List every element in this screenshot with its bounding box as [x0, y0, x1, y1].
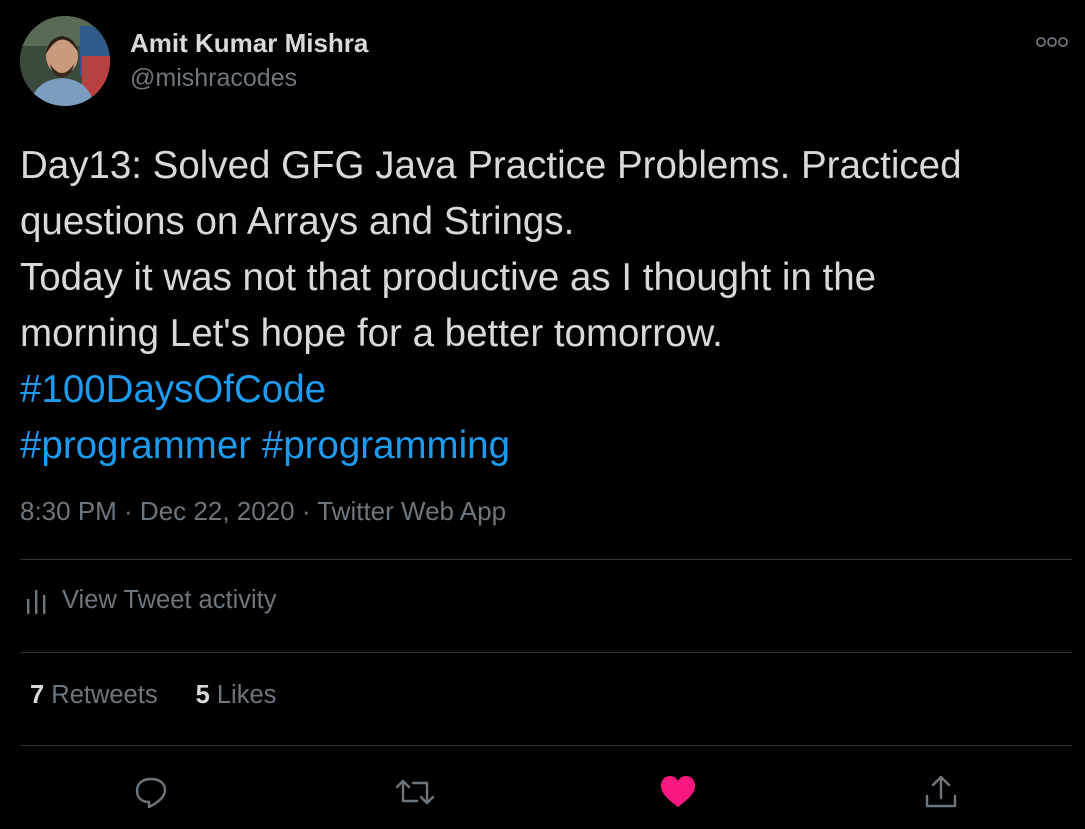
retweets-count: 7 [30, 681, 45, 709]
retweets-label: Retweets [51, 681, 158, 709]
avatar[interactable] [20, 16, 110, 106]
divider [20, 745, 1072, 746]
retweets-stat[interactable]: 7 Retweets [30, 681, 158, 710]
tweet-text: Day13: Solved GFG Java Practice Problems… [20, 138, 1065, 474]
tweet-text-line: Today it was not that productive as I th… [20, 256, 877, 299]
hashtag-link[interactable]: #programming [262, 424, 510, 467]
divider [20, 559, 1072, 560]
action-bar [0, 770, 1085, 814]
analytics-icon [26, 587, 48, 615]
reply-icon[interactable] [129, 770, 173, 814]
tweet: Amit Kumar Mishra @mishracodes Day13: So… [0, 0, 1085, 829]
share-icon[interactable] [919, 770, 963, 814]
author-name[interactable]: Amit Kumar Mishra [130, 28, 368, 59]
likes-count: 5 [195, 681, 210, 709]
tweet-text-line: questions on Arrays and Strings. [20, 200, 575, 243]
tweet-stats: 7 Retweets 5 Likes [30, 681, 314, 710]
hashtag-link[interactable]: #programmer [20, 424, 251, 467]
heart-icon[interactable] [656, 770, 700, 814]
hashtag-link[interactable]: #100DaysOfCode [20, 368, 326, 411]
tweet-text-line: morning Let's hope for a better tomorrow… [20, 312, 723, 355]
divider [20, 652, 1072, 653]
retweet-icon[interactable] [393, 770, 437, 814]
view-activity-button[interactable]: View Tweet activity [26, 586, 276, 615]
view-activity-label: View Tweet activity [62, 586, 277, 614]
tweet-metadata[interactable]: 8:30 PM · Dec 22, 2020 · Twitter Web App [20, 496, 506, 527]
more-icon[interactable] [1030, 28, 1074, 56]
likes-stat[interactable]: 5 Likes [196, 681, 277, 710]
author-handle[interactable]: @mishracodes [130, 64, 297, 93]
tweet-text-line: Day13: Solved GFG Java Practice Problems… [20, 144, 962, 187]
likes-label: Likes [216, 681, 277, 709]
